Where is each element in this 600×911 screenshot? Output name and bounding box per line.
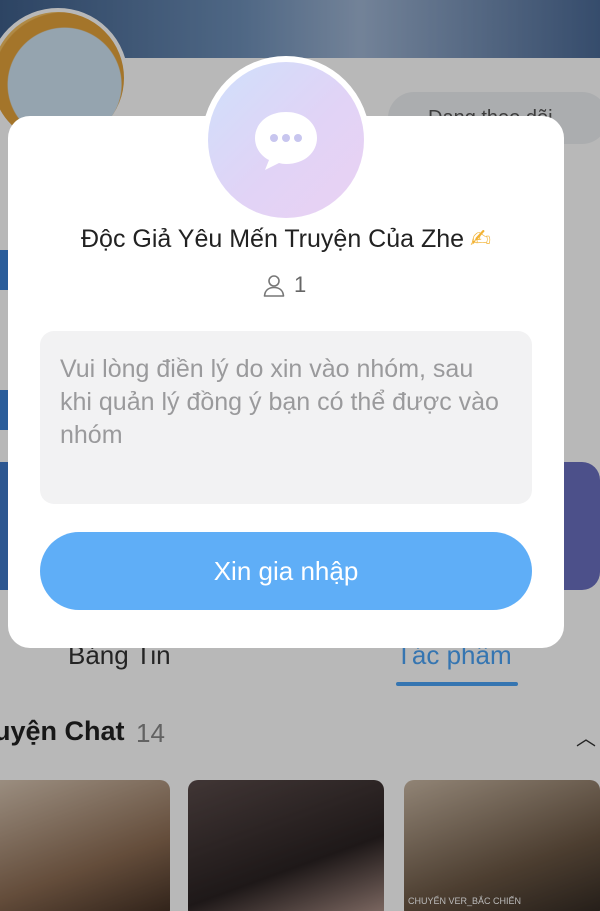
group-avatar — [208, 62, 364, 218]
join-reason-input[interactable] — [40, 331, 532, 504]
join-group-button[interactable]: Xin gia nhập — [40, 532, 532, 610]
group-name-text: Độc Giả Yêu Mến Truyện Của Zhe — [80, 225, 465, 253]
person-icon — [263, 275, 285, 297]
chat-bubble-icon — [255, 112, 317, 170]
group-name: Độc Giả Yêu Mến Truyện Của Zhe ✍ — [8, 224, 564, 254]
member-count: 1 — [294, 272, 307, 297]
member-info: 1 — [262, 270, 306, 300]
writing-hand-icon: ✍ — [470, 225, 492, 253]
